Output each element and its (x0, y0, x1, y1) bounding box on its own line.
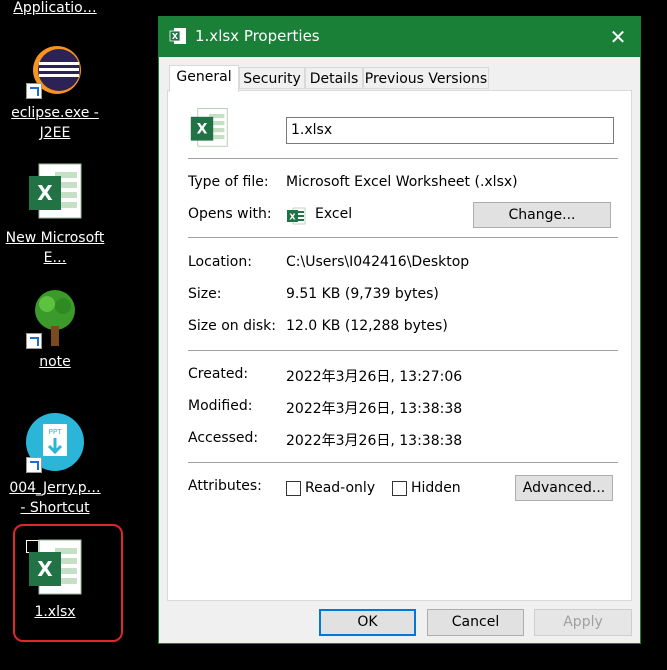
apply-button: Apply (534, 609, 632, 636)
attributes-label: Attributes: (188, 478, 262, 494)
modified-value: 2022年3月26日, 13:38:38 (286, 401, 463, 417)
desktop-item-label: eclipse.exe - J2EE (11, 105, 99, 141)
tab-details[interactable]: Details (305, 67, 363, 89)
svg-text:X: X (197, 122, 208, 138)
created-label: Created: (188, 366, 249, 382)
divider (188, 350, 618, 351)
tab-general[interactable]: General (169, 65, 239, 92)
ppt-badge-text: PPT (49, 428, 62, 436)
divider (188, 237, 618, 238)
location-label: Location: (188, 254, 252, 270)
dialog-title: 1.xlsx Properties (195, 27, 320, 45)
shortcut-arrow-icon (26, 83, 42, 99)
hidden-label[interactable]: Hidden (411, 480, 461, 496)
divider (188, 462, 618, 463)
desktop-item-label: New Microsoft E… (5, 230, 105, 266)
desktop-item-eclipse[interactable]: eclipse.exe - J2EE (0, 40, 110, 145)
svg-text:X: X (172, 32, 179, 41)
svg-text:X: X (37, 181, 53, 205)
cancel-button[interactable]: Cancel (427, 609, 524, 636)
size-label: Size: (188, 286, 222, 302)
tab-previous-versions[interactable]: Previous Versions (363, 67, 489, 89)
shortcut-arrow-icon (26, 333, 42, 349)
excel-icon: X (287, 207, 306, 225)
properties-dialog: X 1.xlsx Properties ✕ General Security D… (158, 16, 641, 644)
accessed-value: 2022年3月26日, 13:38:38 (286, 433, 463, 449)
hidden-checkbox[interactable] (392, 481, 407, 496)
size-value: 9.51 KB (9,739 bytes) (286, 286, 439, 302)
desktop-item-note[interactable]: note (0, 288, 110, 378)
modified-label: Modified: (188, 398, 253, 414)
readonly-label[interactable]: Read-only (305, 480, 375, 496)
desktop-item-applications[interactable]: Applicatio… (0, 0, 110, 18)
svg-text:X: X (37, 557, 53, 581)
shortcut-arrow-icon (26, 457, 42, 473)
excel-icon: X (169, 28, 186, 44)
tab-security[interactable]: Security (239, 67, 305, 89)
divider (188, 158, 618, 159)
desktop-item-1xlsx[interactable]: X 1.xlsx (0, 536, 110, 626)
created-value: 2022年3月26日, 13:27:06 (286, 369, 463, 385)
size-on-disk-label: Size on disk: (188, 318, 276, 334)
desktop-item-label: Applicatio… (13, 0, 97, 16)
opens-with-label: Opens with: (188, 206, 272, 222)
desktop-item-label: note (39, 354, 71, 370)
excel-file-icon: X (190, 108, 228, 147)
accessed-label: Accessed: (188, 430, 259, 446)
title-bar[interactable]: X 1.xlsx Properties ✕ (159, 17, 640, 57)
location-value: C:\Users\I042416\Desktop (286, 254, 470, 270)
type-label: Type of file: (188, 174, 269, 190)
close-button[interactable]: ✕ (596, 17, 640, 57)
desktop-item-ppt-shortcut[interactable]: PPT 004_Jerry.p… - Shortcut (0, 412, 110, 517)
general-tab-panel: X 1.xlsx Type of file: Microsoft Excel W… (167, 90, 632, 601)
svg-text:X: X (289, 213, 296, 222)
readonly-checkbox[interactable] (286, 481, 301, 496)
opens-with-value: Excel (315, 206, 353, 222)
filename-field[interactable]: 1.xlsx (286, 117, 614, 144)
type-value: Microsoft Excel Worksheet (.xlsx) (286, 174, 518, 190)
desktop-item-label: 1.xlsx (34, 604, 76, 620)
excel-file-icon: X (29, 539, 82, 595)
ok-button[interactable]: OK (319, 609, 416, 636)
desktop-item-new-excel[interactable]: X New Microsoft E… (0, 162, 110, 272)
excel-file-icon: X (29, 163, 82, 219)
size-on-disk-value: 12.0 KB (12,288 bytes) (286, 318, 448, 334)
desktop-item-label: 004_Jerry.p… - Shortcut (9, 480, 101, 516)
change-button[interactable]: Change... (473, 202, 611, 228)
advanced-button[interactable]: Advanced... (515, 475, 613, 501)
